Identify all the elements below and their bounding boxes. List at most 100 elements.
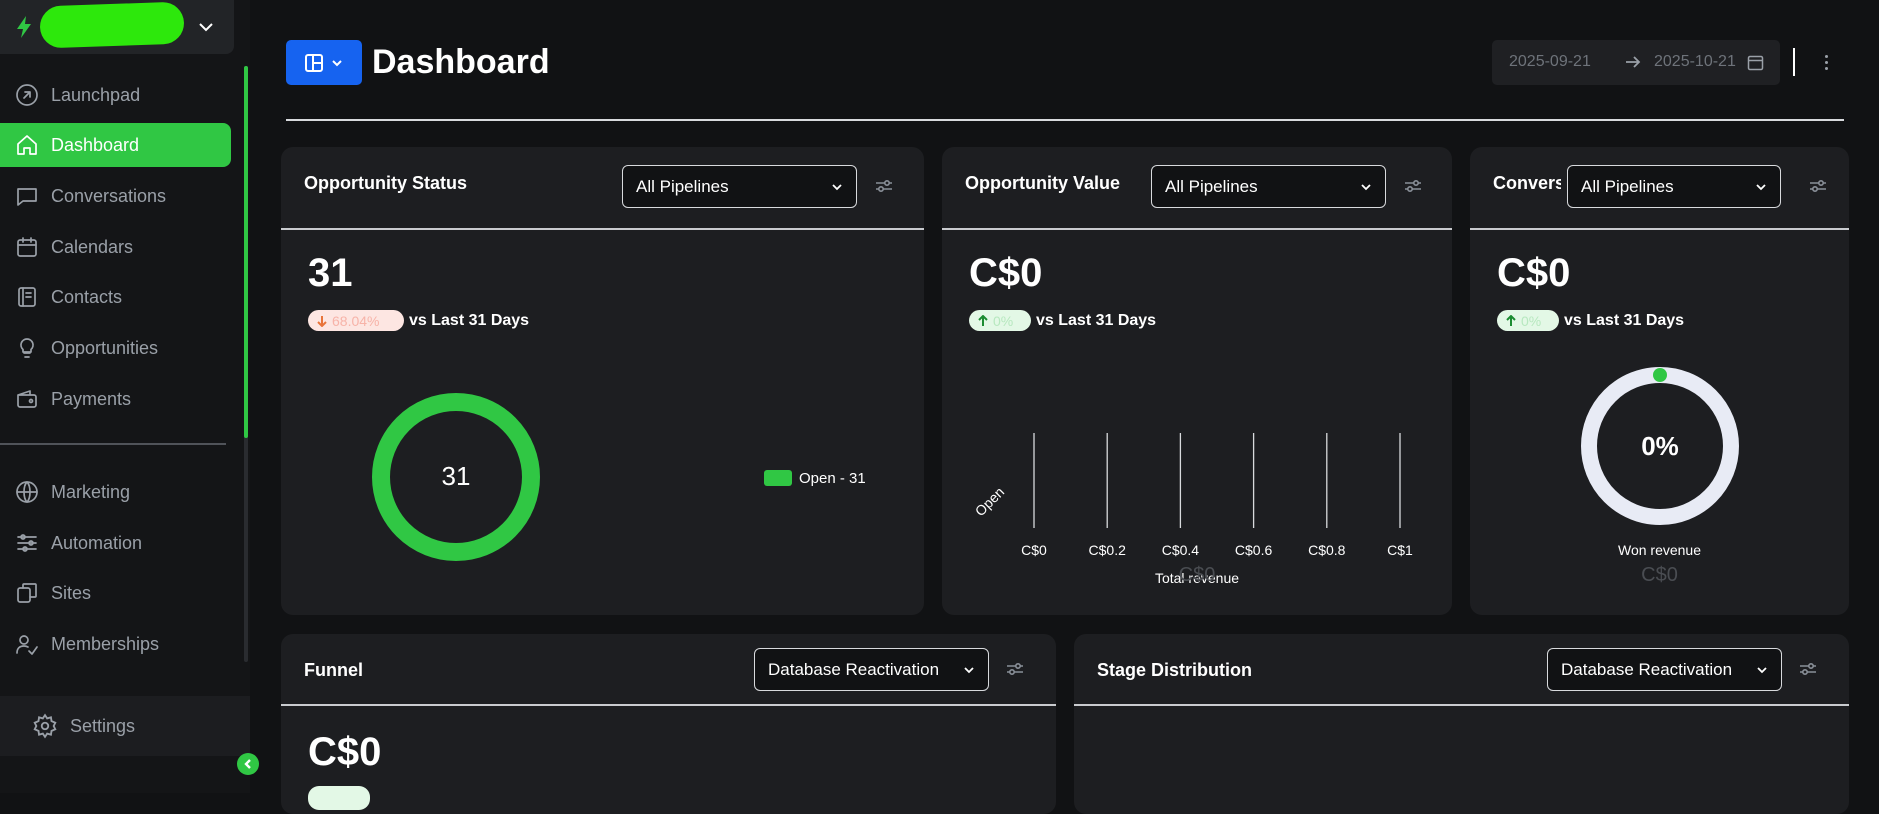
card-title: Stage Distribution (1097, 660, 1253, 680)
metric-value: C$0 (1497, 251, 1571, 295)
sidebar-item-memberships[interactable]: Memberships (0, 622, 231, 666)
x-tick-label: C$1 (1387, 542, 1413, 558)
page-title: Dashboard (372, 43, 550, 81)
calendar-icon (14, 234, 40, 260)
filter-settings-icon[interactable] (1403, 176, 1423, 196)
opportunity-value-card: Opportunity Value All Pipelines C$0 0% v… (942, 147, 1452, 615)
sidebar-item-conversations[interactable]: Conversations (0, 174, 231, 218)
change-badge: 0% (969, 310, 1031, 331)
conversion-card: Conversion Rate All Pipelines C$0 0% vs … (1470, 147, 1849, 615)
filter-settings-icon[interactable] (1798, 659, 1818, 679)
wallet-icon (14, 386, 40, 412)
sidebar-item-label: Opportunities (51, 337, 159, 358)
chevron-down-icon (1756, 184, 1766, 191)
filter-settings-icon[interactable] (874, 176, 894, 196)
arrow-up-icon (978, 314, 988, 326)
gear-icon (33, 713, 57, 739)
x-tick-label: C$0.8 (1308, 542, 1346, 558)
sidebar-item-label: Calendars (51, 236, 134, 257)
card-divider (281, 704, 1056, 706)
sidebar: Launchpad Dashboard Conversations Calend… (0, 0, 259, 793)
sidebar-item-label: Contacts (51, 286, 123, 307)
sidebar-item-sites[interactable]: Sites (0, 571, 231, 615)
legend-label: Open - 31 (799, 470, 866, 487)
sidebar-item-label: Dashboard (51, 134, 140, 155)
layout-switcher-button[interactable] (286, 40, 362, 85)
sidebar-item-label: Launchpad (51, 84, 141, 105)
filter-settings-icon[interactable] (1005, 659, 1025, 679)
sidebar-item-settings[interactable]: Settings (32, 713, 135, 739)
card-title: Conversion Rate (1493, 173, 1561, 193)
collapse-sidebar-button[interactable] (237, 753, 259, 775)
donut-chart: 31 (372, 393, 540, 561)
card-title: Opportunity Value (965, 173, 1121, 193)
metric-value: 31 (308, 251, 353, 295)
won-revenue-value: C$0 (1641, 564, 1678, 586)
sidebar-item-calendars[interactable]: Calendars (0, 225, 231, 269)
sidebar-item-payments[interactable]: Payments (0, 377, 231, 421)
progress-ring-marker (1653, 368, 1667, 382)
opportunity-status-card: Opportunity Status All Pipelines 31 68.0… (281, 147, 924, 615)
sidebar-item-label: Sites (51, 582, 92, 603)
pipeline-select[interactable]: All Pipelines (1567, 165, 1781, 208)
contacts-icon (14, 284, 40, 310)
stage-distribution-card: Stage Distribution Database Reactivation (1074, 634, 1849, 814)
chevron-down-icon (964, 667, 974, 674)
sidebar-item-label: Automation (51, 532, 143, 553)
metric-value: C$0 (969, 251, 1043, 295)
date-start[interactable]: 2025-09-21 (1509, 53, 1591, 71)
arrow-down-icon (317, 315, 327, 327)
globe-icon (14, 479, 40, 505)
arrow-up-icon (1506, 314, 1516, 326)
change-value: 0% (1521, 312, 1542, 329)
card-divider (942, 228, 1452, 230)
metric-value: C$0 (308, 730, 382, 774)
progress-ring: 0% (1581, 367, 1739, 525)
total-revenue-value: C$0 (1178, 564, 1216, 586)
chevron-left-icon (244, 759, 251, 769)
date-end[interactable]: 2025-10-21 (1654, 53, 1738, 71)
account-switcher[interactable] (0, 0, 234, 54)
pipeline-select[interactable]: Database Reactivation (1547, 648, 1782, 691)
chevron-down-icon[interactable] (196, 18, 216, 36)
progress-ring-value: 0% (1641, 431, 1679, 461)
filter-settings-icon[interactable] (1808, 176, 1828, 196)
chevron-down-icon (1757, 667, 1767, 674)
legend-swatch (764, 470, 792, 486)
comparison-label: vs Last 31 Days (409, 312, 530, 329)
arrow-right-icon (1626, 56, 1641, 68)
user-check-icon (14, 631, 40, 657)
layout-icon (305, 53, 323, 72)
x-tick-label: C$0.2 (1089, 542, 1127, 558)
sidebar-item-opportunities[interactable]: Opportunities (0, 326, 231, 370)
sidebar-item-launchpad[interactable]: Launchpad (0, 73, 231, 117)
comparison-label: vs Last 31 Days (1564, 312, 1685, 329)
select-value: All Pipelines (636, 176, 729, 196)
change-badge: 68.04% (308, 310, 404, 331)
sidebar-item-label: Marketing (51, 481, 131, 502)
more-options-icon[interactable] (1816, 48, 1836, 76)
funnel-card: Funnel Database Reactivation C$0 (281, 634, 1056, 814)
comparison-label: vs Last 31 Days (1036, 312, 1157, 329)
select-value: All Pipelines (1165, 176, 1258, 196)
pipeline-select[interactable]: Database Reactivation (754, 648, 989, 691)
sidebar-item-marketing[interactable]: Marketing (0, 470, 231, 514)
donut-center-label: 31 (442, 461, 471, 491)
sites-icon (14, 580, 40, 606)
sidebar-item-label: Conversations (51, 185, 167, 206)
date-range-picker[interactable]: 2025-09-21 2025-10-21 (1492, 40, 1780, 85)
chat-icon (14, 183, 40, 209)
sidebar-item-label: Memberships (51, 633, 160, 654)
card-title: Opportunity Status (304, 173, 467, 193)
settings-label: Settings (70, 715, 136, 736)
sidebar-scrollbar-thumb[interactable] (244, 66, 248, 438)
change-badge (308, 786, 370, 810)
header-divider (286, 119, 1844, 121)
sidebar-item-automation[interactable]: Automation (0, 521, 231, 565)
pipeline-select[interactable]: All Pipelines (1151, 165, 1386, 208)
sidebar-item-dashboard[interactable]: Dashboard (0, 123, 231, 167)
header-separator (1793, 48, 1795, 76)
sidebar-item-contacts[interactable]: Contacts (0, 275, 231, 319)
change-value: 0% (993, 312, 1014, 329)
pipeline-select[interactable]: All Pipelines (622, 165, 857, 208)
